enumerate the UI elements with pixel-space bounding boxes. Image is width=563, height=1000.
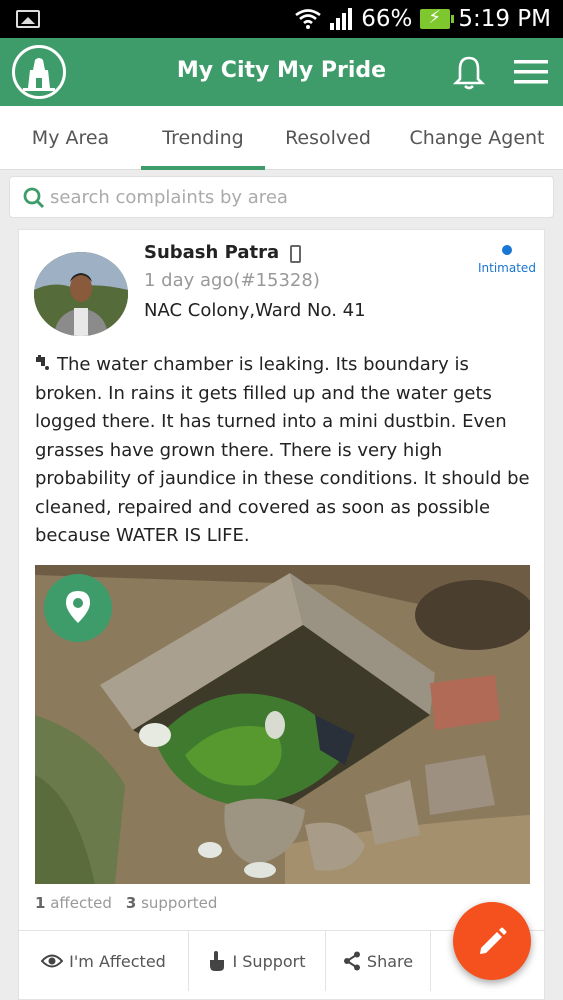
user-name[interactable]: Subash Patra bbox=[144, 242, 279, 263]
tap-water-icon bbox=[36, 355, 49, 370]
post-text: The water chamber is leaking. Its bounda… bbox=[35, 354, 530, 546]
battery-percent: 66% bbox=[361, 6, 413, 32]
app-bar: My City My Pride bbox=[0, 38, 563, 106]
eye-icon bbox=[41, 954, 64, 968]
post-time: 1 day ago(#15328) bbox=[144, 270, 320, 291]
search-icon bbox=[23, 187, 45, 209]
share-button[interactable]: Share bbox=[326, 931, 431, 991]
pencil-icon bbox=[480, 927, 507, 954]
engagement-counts: 1 affected 3 supported bbox=[35, 894, 217, 912]
im-affected-button[interactable]: I'm Affected bbox=[19, 931, 189, 991]
status-badge: Intimated bbox=[478, 261, 536, 275]
share-icon bbox=[343, 951, 360, 971]
status-bar: 66% ⚡ 5:19 PM bbox=[0, 0, 563, 38]
post-location: NAC Colony,Ward No. 41 bbox=[144, 300, 366, 321]
tab-bar: My Area Trending Resolved Change Agent bbox=[0, 106, 563, 170]
search-input[interactable] bbox=[50, 177, 545, 217]
battery-charging-icon: ⚡ bbox=[420, 7, 455, 29]
clock: 5:19 PM bbox=[458, 6, 551, 32]
post-body: The water chamber is leaking. Its bounda… bbox=[35, 351, 530, 551]
bell-icon[interactable] bbox=[452, 55, 486, 91]
avatar[interactable] bbox=[34, 252, 128, 336]
supported-label: supported bbox=[141, 894, 218, 912]
supported-count: 3 bbox=[125, 894, 137, 912]
signal-icon bbox=[330, 8, 353, 30]
affected-label: affected bbox=[50, 894, 112, 912]
i-support-label: I Support bbox=[232, 951, 306, 971]
location-pin-button[interactable] bbox=[44, 574, 112, 642]
im-affected-label: I'm Affected bbox=[69, 951, 166, 971]
complaint-card[interactable]: Subash Patra 1 day ago(#15328) NAC Colon… bbox=[18, 229, 546, 1000]
complaint-photo[interactable] bbox=[35, 565, 530, 884]
status-bar-right: 66% ⚡ 5:19 PM bbox=[295, 0, 551, 38]
share-label: Share bbox=[366, 951, 414, 971]
affected-count: 1 bbox=[35, 894, 46, 912]
tab-trending[interactable]: Trending bbox=[141, 106, 265, 170]
tab-resolved[interactable]: Resolved bbox=[265, 106, 391, 170]
i-support-button[interactable]: I Support bbox=[189, 931, 326, 991]
tab-my-area[interactable]: My Area bbox=[0, 106, 141, 170]
hand-pointer-icon bbox=[210, 951, 225, 971]
tab-change-agent[interactable]: Change Agent bbox=[391, 106, 563, 170]
location-pin-icon bbox=[66, 591, 90, 623]
search-bar bbox=[9, 176, 554, 218]
mobile-phone-icon bbox=[290, 245, 301, 263]
create-complaint-fab[interactable] bbox=[453, 902, 531, 980]
status-dot-icon bbox=[502, 245, 512, 255]
hamburger-menu-icon[interactable] bbox=[514, 58, 548, 86]
image-icon bbox=[16, 10, 40, 28]
wifi-icon bbox=[295, 9, 321, 29]
